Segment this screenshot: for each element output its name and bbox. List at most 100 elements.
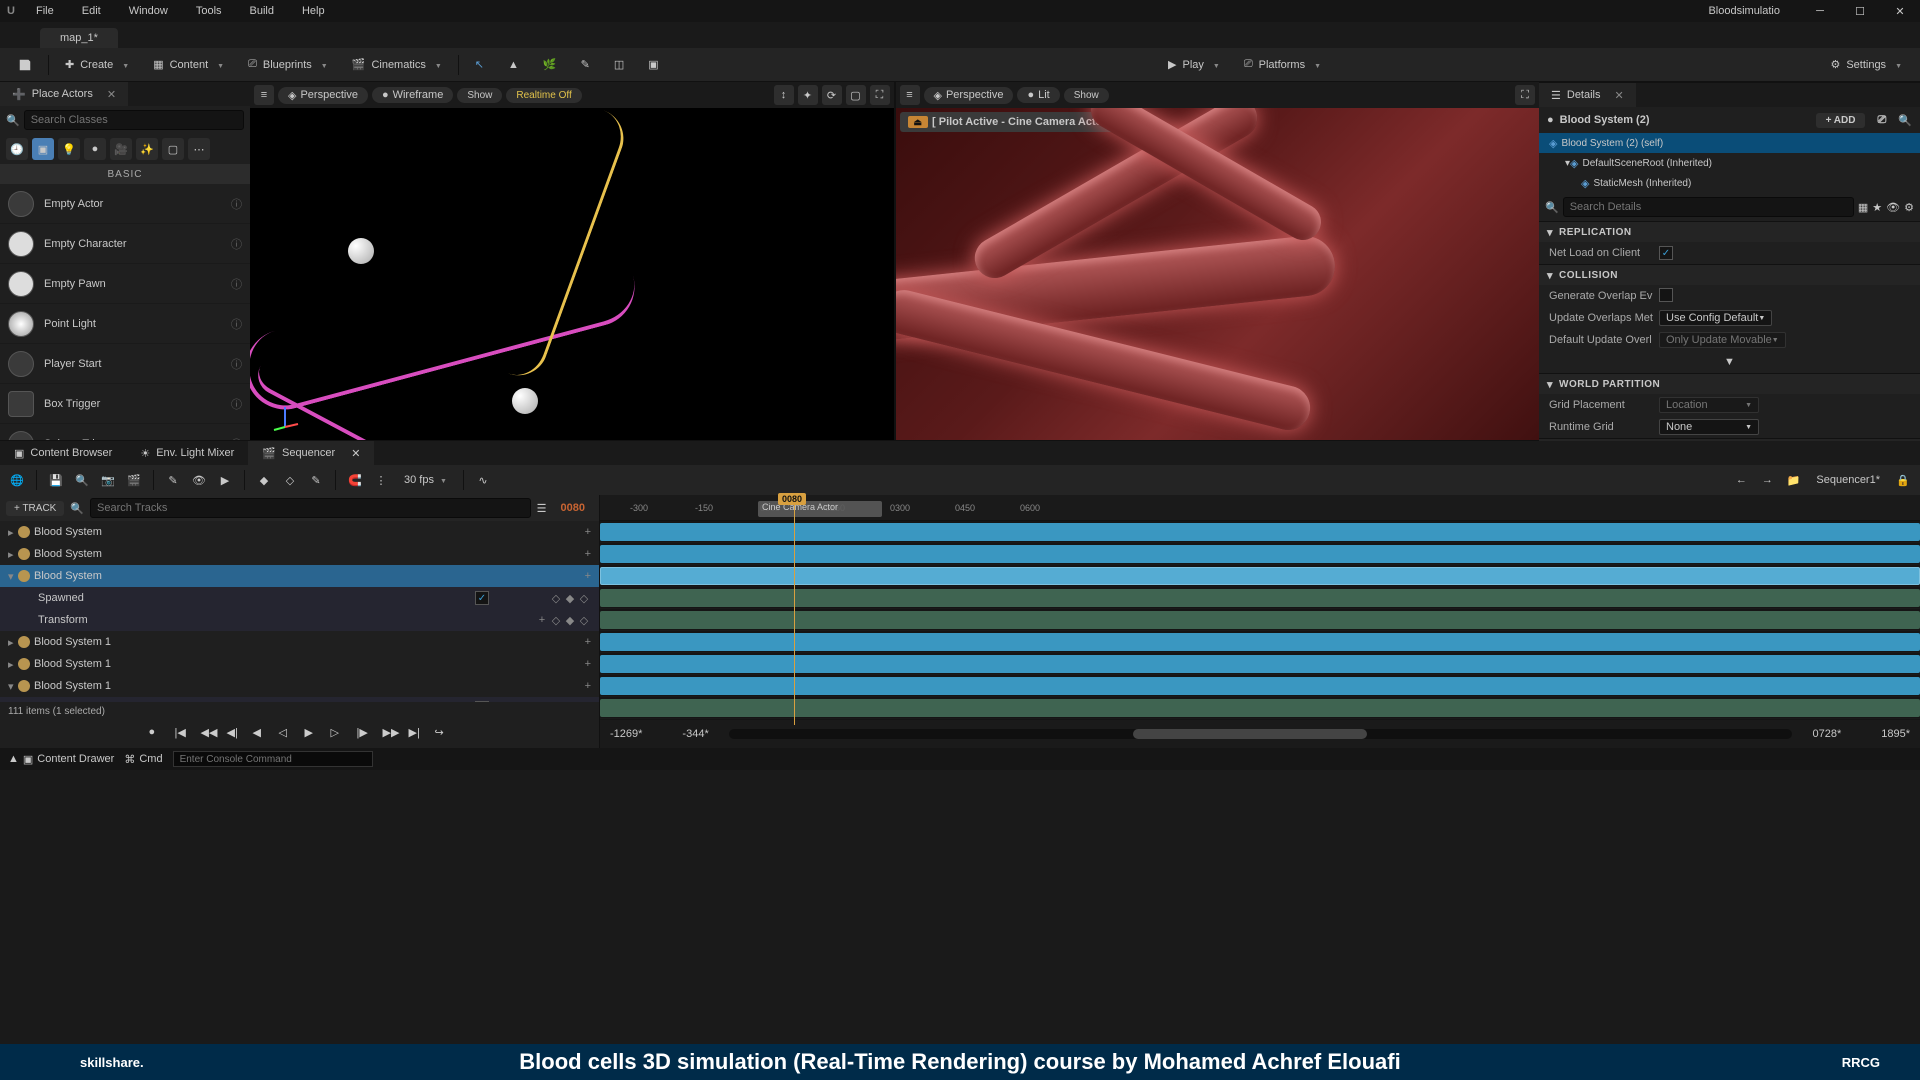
add-icon[interactable]: + <box>585 570 591 582</box>
add-component-button[interactable]: + ADD <box>1816 113 1866 128</box>
search-classes-input[interactable] <box>24 110 244 130</box>
pilot-banner[interactable]: ⏏[ Pilot Active - Cine Camera Actor ] <box>900 112 1122 132</box>
menu-help[interactable]: Help <box>288 0 339 22</box>
next-key-icon[interactable]: ◇ <box>577 614 591 627</box>
landscape-button[interactable]: ▲ <box>498 52 529 78</box>
actor-empty-character[interactable]: Empty Characterⓘ <box>0 224 250 264</box>
favorite-icon[interactable]: ★ <box>1872 201 1882 214</box>
playhead-flag[interactable]: 0080 <box>778 493 806 505</box>
add-key-icon[interactable]: + <box>535 614 549 626</box>
info-icon[interactable]: ⓘ <box>231 316 242 332</box>
step-fwd-button[interactable]: ▶▶ <box>383 726 399 742</box>
next-key-button[interactable]: |▶ <box>357 726 373 742</box>
component-row[interactable]: ◈Blood System (2) (self) <box>1539 133 1920 153</box>
vp-realtime-button[interactable]: Realtime Off <box>506 88 581 103</box>
key-icon[interactable]: ◆ <box>563 592 577 605</box>
cine-camera-clip[interactable]: Cine Camera Actor <box>758 501 882 517</box>
timeline-clip[interactable] <box>600 633 1920 651</box>
seq-snap-menu[interactable]: ⋮ <box>370 469 392 491</box>
add-icon[interactable]: + <box>585 680 591 692</box>
sequencer-track[interactable]: ▾Blood System+ <box>0 565 599 587</box>
foliage-button[interactable]: 🌿 <box>533 52 567 78</box>
prev-key-icon[interactable]: ◇ <box>549 592 563 605</box>
section-header-worldPartition[interactable]: ▾World Partition <box>1539 374 1920 394</box>
timeline-clip[interactable] <box>600 677 1920 695</box>
cinematic-icon[interactable]: 🎥 <box>110 138 132 160</box>
timeline-clip[interactable] <box>600 567 1920 585</box>
step-back-button[interactable]: ◀◀ <box>201 726 217 742</box>
seq-save-button[interactable]: 💾 <box>45 469 67 491</box>
expand-advanced-icon[interactable]: ▼ <box>1724 356 1735 368</box>
sequencer-track[interactable]: Transform+◇◆◇ <box>0 609 599 631</box>
play-reverse-button[interactable]: ◁ <box>279 726 295 742</box>
seq-find-button[interactable]: 🔍 <box>71 469 93 491</box>
sequencer-track[interactable]: ▸Blood System 1+ <box>0 653 599 675</box>
loop-button[interactable]: ↪ <box>435 726 451 742</box>
prev-key-button[interactable]: ◀| <box>227 726 243 742</box>
seq-snap-button[interactable]: 🧲 <box>344 469 366 491</box>
section-header-replication[interactable]: ▾Replication <box>1539 222 1920 242</box>
play-button[interactable]: ▶Play <box>1158 52 1230 78</box>
vp-menu-button[interactable]: ≡ <box>900 85 920 105</box>
save-button[interactable] <box>8 52 42 78</box>
add-icon[interactable]: + <box>585 636 591 648</box>
close-icon[interactable]: ✕ <box>351 447 360 460</box>
content-browser-tab[interactable]: ▣Content Browser <box>0 441 126 465</box>
vp-maximize-button[interactable]: ⛶ <box>1515 85 1535 105</box>
eject-icon[interactable]: ⏏ <box>908 116 929 128</box>
brush-button[interactable]: ▣ <box>638 52 668 78</box>
vp-wireframe-button[interactable]: ●Wireframe <box>372 87 453 103</box>
seq-world-button[interactable]: 🌐 <box>6 469 28 491</box>
seq-folder-button[interactable]: 📁 <box>1782 469 1804 491</box>
viewport-right[interactable]: ≡ ◈Perspective ●Lit Show ⛶ ⏏[ Pilot Acti… <box>896 82 1540 440</box>
sequencer-track[interactable]: ▾Blood System 1+ <box>0 675 599 697</box>
eye-icon[interactable]: 👁 <box>1886 201 1900 214</box>
timeline-clip[interactable] <box>600 545 1920 563</box>
vp-show-button[interactable]: Show <box>457 88 502 103</box>
viewport-left-canvas[interactable] <box>250 108 894 440</box>
viewport-right-canvas[interactable]: ⏏[ Pilot Active - Cine Camera Actor ] <box>896 108 1540 440</box>
volumes-icon[interactable]: ▢ <box>162 138 184 160</box>
all-icon[interactable]: ⋯ <box>188 138 210 160</box>
current-frame[interactable]: 0080 <box>553 502 593 514</box>
vp-gizmo-1[interactable]: ↕ <box>774 85 794 105</box>
place-actors-tab[interactable]: ➕ Place Actors ✕ <box>0 82 128 106</box>
sequencer-track[interactable]: Spawned◇◆◇ <box>0 587 599 609</box>
vp-perspective-button[interactable]: ◈Perspective <box>924 87 1014 104</box>
to-end-button[interactable]: ▶| <box>409 726 425 742</box>
timeline-clip[interactable] <box>600 655 1920 673</box>
actor-player-start[interactable]: Player Startⓘ <box>0 344 250 384</box>
content-drawer-button[interactable]: ▲▣Content Drawer <box>8 753 114 766</box>
work-end[interactable]: 0728* <box>1812 728 1841 740</box>
frame-back-button[interactable]: ◀ <box>253 726 269 742</box>
console-input[interactable] <box>173 751 373 767</box>
basic-icon[interactable]: ▣ <box>32 138 54 160</box>
seq-render-button[interactable]: 🎬 <box>123 469 145 491</box>
seq-fwd-button[interactable]: → <box>1756 469 1778 491</box>
sequencer-track[interactable]: ▸Blood System+ <box>0 521 599 543</box>
section-header-collision[interactable]: ▾Collision <box>1539 265 1920 285</box>
key-icon[interactable]: ◆ <box>563 614 577 627</box>
settings-button[interactable]: ⚙Settings <box>1820 52 1912 78</box>
vp-lit-button[interactable]: ●Lit <box>1017 87 1059 103</box>
sequencer-track[interactable]: ▸Blood System+ <box>0 543 599 565</box>
seq-back-button[interactable]: ← <box>1730 469 1752 491</box>
next-key-icon[interactable]: ◇ <box>577 592 591 605</box>
blueprint-icon-button[interactable]: ⎚ <box>1877 114 1886 127</box>
timeline-scrollbar[interactable] <box>729 729 1793 739</box>
cinematics-button[interactable]: 🎬Cinematics <box>342 52 452 78</box>
vp-gizmo-3[interactable]: ⟳ <box>822 85 842 105</box>
menu-build[interactable]: Build <box>236 0 288 22</box>
dropdown[interactable]: Use Config Default▼ <box>1659 310 1772 326</box>
vp-perspective-button[interactable]: ◈Perspective <box>278 87 368 104</box>
select-mode-button[interactable]: ↖ <box>465 52 494 78</box>
add-icon[interactable]: + <box>585 526 591 538</box>
lights-icon[interactable]: 💡 <box>58 138 80 160</box>
checkbox[interactable] <box>1659 288 1673 302</box>
fps-dropdown[interactable]: 30 fps <box>396 474 455 486</box>
seq-camera-button[interactable]: 📷 <box>97 469 119 491</box>
component-row[interactable]: ▾ ◈DefaultSceneRoot (Inherited) <box>1539 153 1920 173</box>
timeline-ruler[interactable]: -300 -150 0000 0150 0300 0450 0600 0080 … <box>600 495 1920 521</box>
view-start[interactable]: -1269* <box>610 728 642 740</box>
vp-menu-button[interactable]: ≡ <box>254 85 274 105</box>
